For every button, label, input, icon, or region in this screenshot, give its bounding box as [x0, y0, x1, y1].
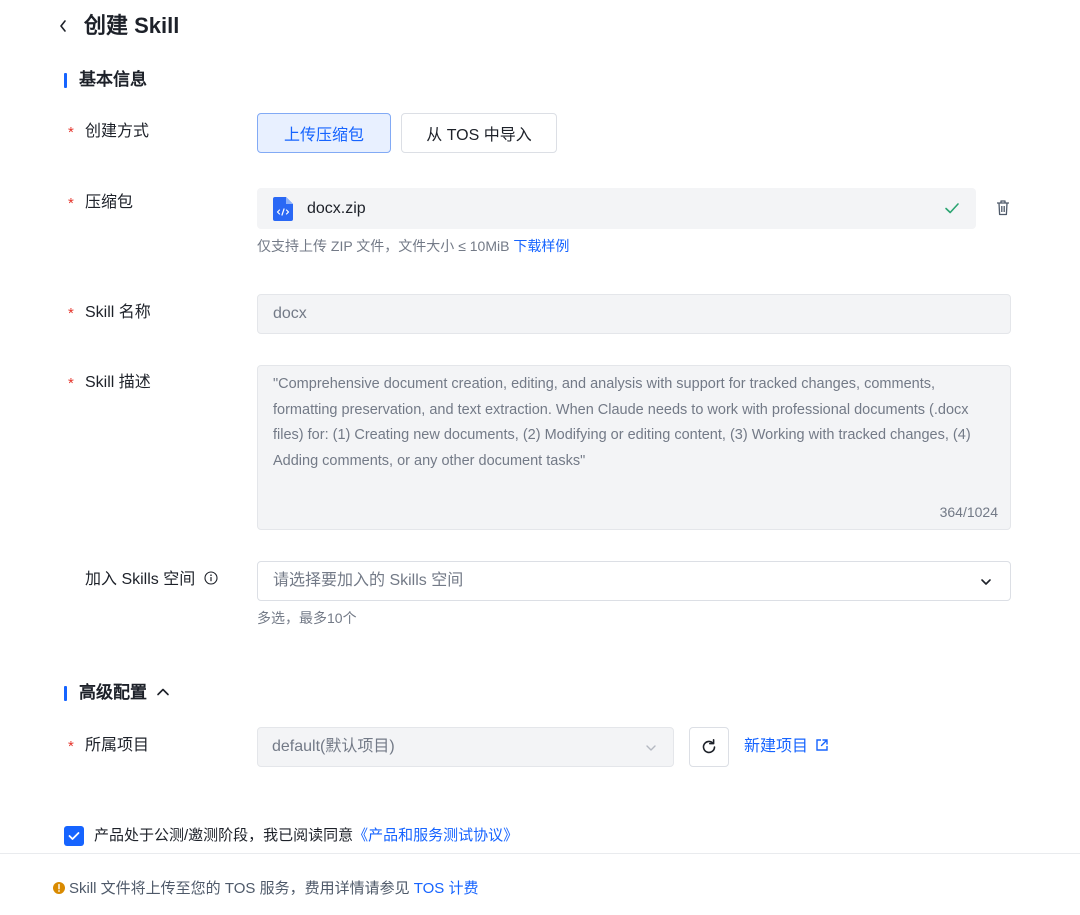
check-icon — [68, 832, 80, 840]
page-title: 创建 Skill — [84, 13, 180, 38]
space-label-text: 加入 Skills 空间 — [85, 571, 196, 588]
footer-text: Skill 文件将上传至您的 TOS 服务，费用详情请参见 — [69, 880, 410, 897]
info-icon[interactable] — [204, 571, 218, 585]
package-hint-text: 仅支持上传 ZIP 文件，文件大小 ≤ 10MiB — [257, 238, 510, 254]
skill-name-input[interactable]: docx — [257, 294, 1011, 334]
file-name: docx.zip — [307, 200, 366, 217]
required-mark: * — [68, 375, 74, 392]
char-counter: 364/1024 — [939, 504, 998, 520]
upload-zip-option[interactable]: 上传压缩包 — [257, 113, 391, 153]
chevron-up-icon[interactable] — [156, 686, 170, 698]
import-tos-option[interactable]: 从 TOS 中导入 — [401, 113, 557, 153]
code-file-icon — [273, 197, 293, 221]
project-value: default(默认项目) — [272, 738, 395, 755]
basic-section-title: 基本信息 — [79, 70, 147, 89]
package-hint: 仅支持上传 ZIP 文件，文件大小 ≤ 10MiB 下载样例 — [257, 236, 569, 256]
back-button[interactable] — [52, 12, 74, 40]
package-label: 压缩包 — [85, 194, 134, 211]
download-sample-link[interactable]: 下载样例 — [513, 238, 569, 254]
agreement-label: 产品处于公测/邀测阶段，我已阅读同意 — [94, 827, 354, 844]
skill-name-value: docx — [273, 305, 307, 322]
chevron-down-icon — [646, 745, 656, 751]
trash-icon[interactable] — [995, 199, 1011, 217]
chevron-left-icon — [60, 20, 66, 32]
space-label: 加入 Skills 空间 — [85, 569, 218, 591]
tos-pricing-link[interactable]: TOS 计费 — [414, 880, 479, 897]
skill-name-label: Skill 名称 — [85, 304, 151, 321]
space-hint: 多选，最多10个 — [257, 610, 357, 626]
chevron-down-icon — [981, 579, 991, 585]
new-project-text: 新建项目 — [744, 738, 809, 755]
skill-desc-value: "Comprehensive document creation, editin… — [273, 376, 971, 469]
create-method-label: 创建方式 — [85, 123, 150, 140]
external-link-icon — [816, 739, 829, 751]
required-mark: * — [68, 738, 74, 755]
space-select[interactable]: 请选择要加入的 Skills 空间 — [257, 561, 1011, 601]
required-mark: * — [68, 305, 74, 322]
refresh-icon — [702, 739, 716, 754]
footer-note: Skill 文件将上传至您的 TOS 服务，费用详情请参见 TOS 计费 — [69, 879, 478, 899]
skill-desc-label: Skill 描述 — [85, 374, 151, 391]
required-mark: * — [68, 124, 74, 141]
section-marker — [64, 73, 67, 88]
agreement-checkbox[interactable] — [64, 826, 84, 846]
new-project-link[interactable]: 新建项目 — [744, 736, 829, 758]
agreement-text: 产品处于公测/邀测阶段，我已阅读同意《产品和服务测试协议》 — [94, 826, 518, 846]
project-select[interactable]: default(默认项目) — [257, 727, 674, 767]
warning-icon — [53, 882, 65, 894]
footer-divider — [0, 853, 1080, 854]
section-marker — [64, 686, 67, 701]
refresh-button[interactable] — [689, 727, 729, 767]
agreement-link[interactable]: 《产品和服务测试协议》 — [353, 827, 518, 844]
advanced-section-title: 高级配置 — [79, 683, 147, 702]
skill-desc-textarea[interactable]: "Comprehensive document creation, editin… — [257, 365, 1011, 530]
space-placeholder: 请选择要加入的 Skills 空间 — [273, 572, 464, 589]
project-label: 所属项目 — [85, 737, 150, 754]
check-icon — [945, 203, 959, 214]
required-mark: * — [68, 195, 74, 212]
uploaded-file-row: docx.zip — [257, 188, 976, 229]
